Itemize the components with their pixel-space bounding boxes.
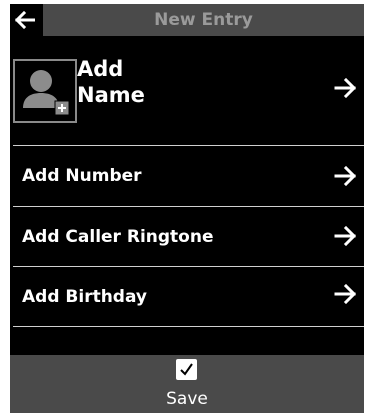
add-birthday-row[interactable]: Add Birthday [10, 267, 364, 327]
page-title: New Entry [154, 10, 253, 30]
arrow-right-icon [334, 78, 356, 98]
arrow-right-icon [334, 166, 356, 186]
page-title-bar: New Entry [43, 4, 364, 36]
add-number-label: Add Number [22, 166, 142, 186]
checkmark-icon [180, 363, 193, 376]
save-label: Save [166, 389, 208, 409]
add-contact-avatar-icon [23, 70, 70, 116]
divider [13, 326, 364, 327]
arrow-right-icon [334, 226, 356, 246]
add-caller-ringtone-row[interactable]: Add Caller Ringtone [10, 207, 364, 267]
header: New Entry [10, 4, 364, 36]
back-button[interactable] [10, 4, 40, 36]
add-caller-ringtone-label: Add Caller Ringtone [22, 227, 214, 247]
avatar[interactable] [13, 59, 77, 123]
add-birthday-label: Add Birthday [22, 287, 148, 307]
add-name-row[interactable]: Add Name [10, 40, 364, 150]
new-entry-screen: New Entry Add Name Add Number Add Caller… [10, 4, 364, 413]
add-number-row[interactable]: Add Number [10, 146, 364, 206]
save-button[interactable]: Save [10, 355, 364, 413]
arrow-right-icon [334, 284, 356, 304]
save-checkbox [176, 359, 197, 380]
arrow-left-icon [15, 11, 35, 29]
add-name-label: Add Name [77, 57, 145, 107]
